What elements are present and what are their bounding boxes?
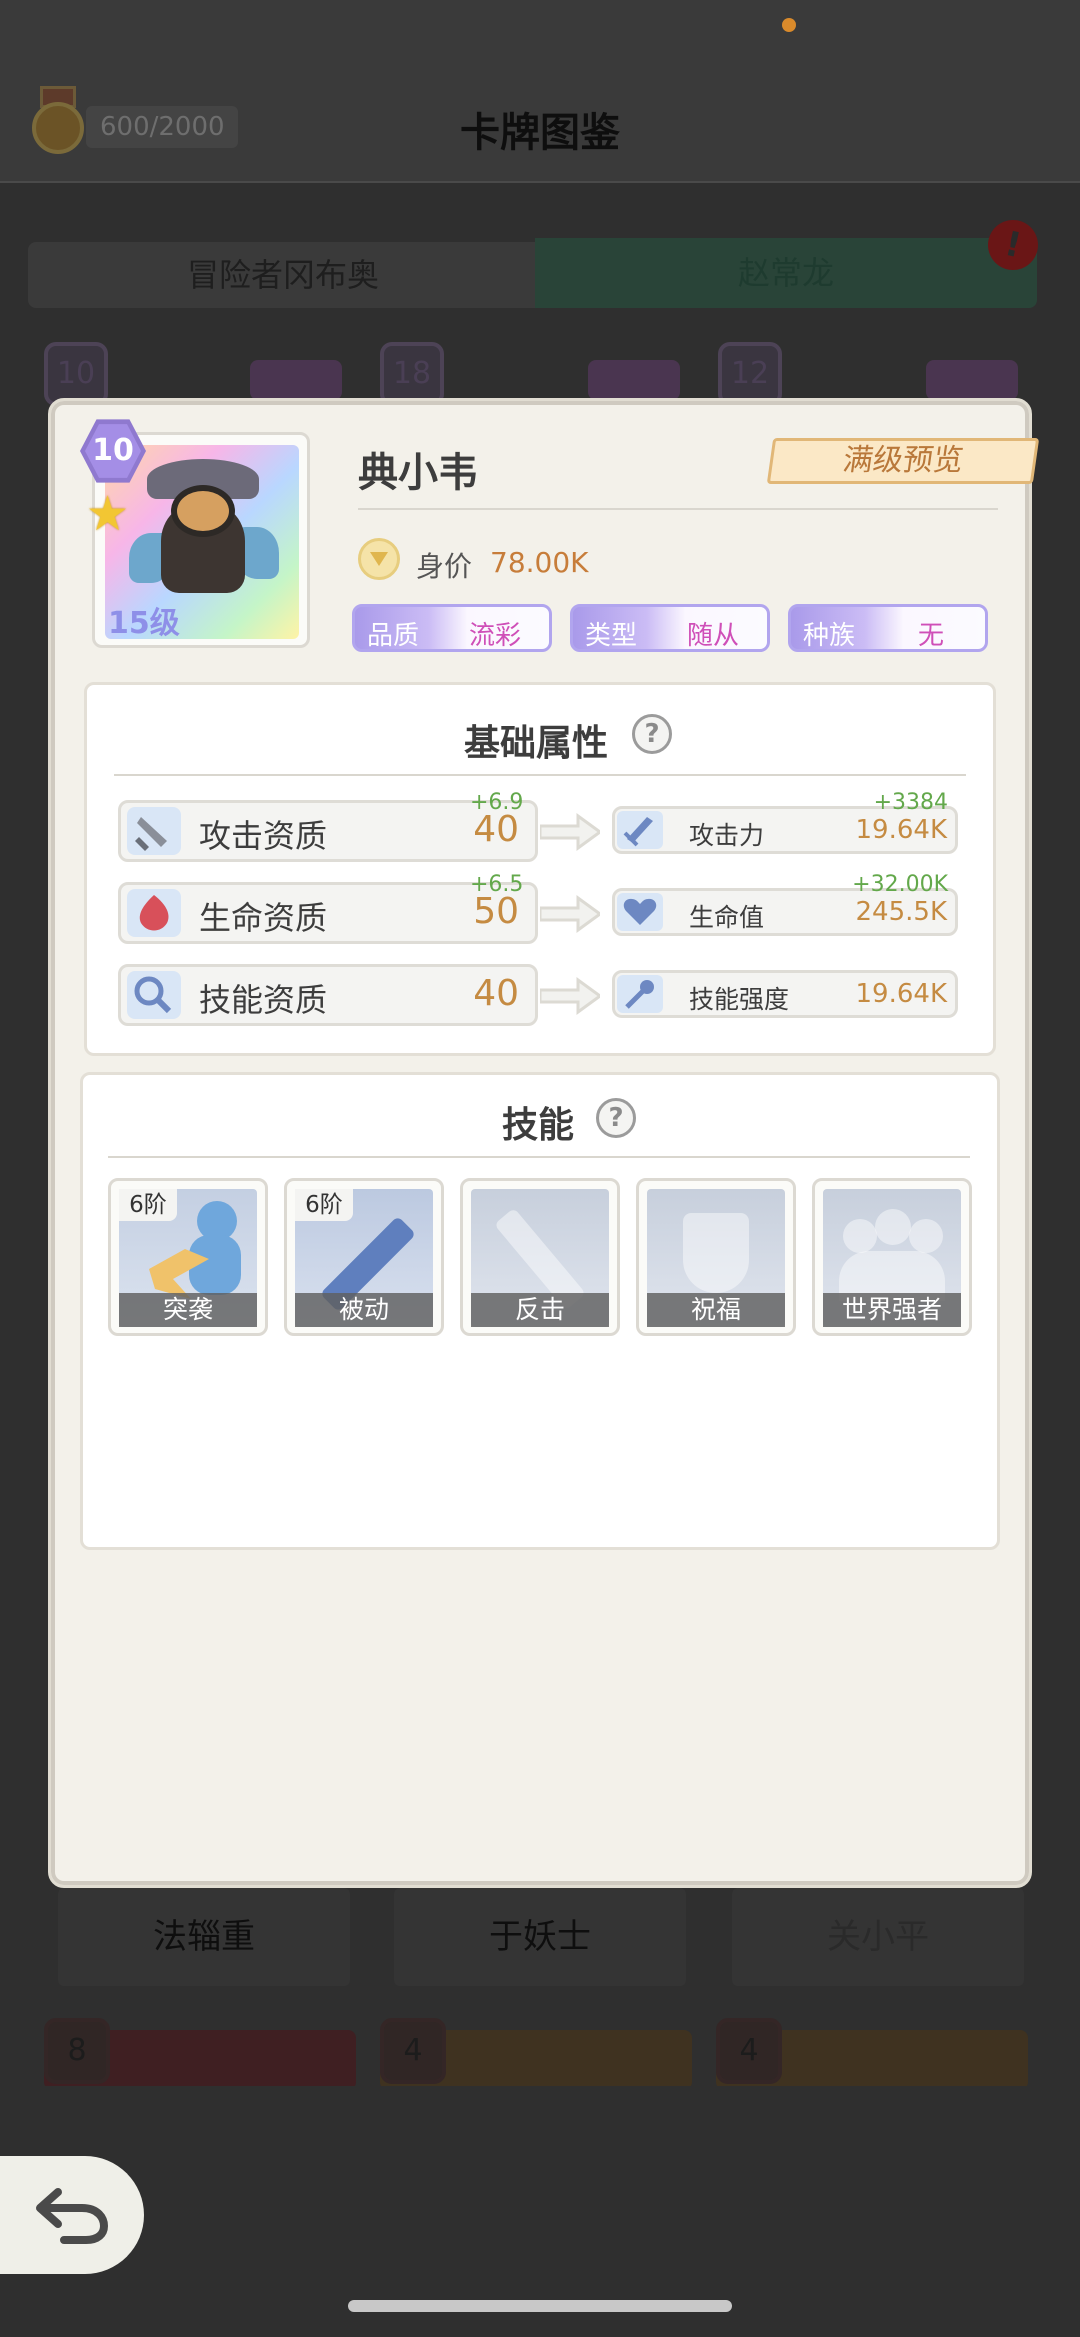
tag-race: 种族无 [788,604,988,652]
skill-world-elite[interactable]: 世界强者 [812,1178,972,1336]
page-title: 卡牌图鉴 [460,110,620,156]
tab-adventurer[interactable]: 冒险者冈布奥 [28,242,538,308]
sword-icon [617,811,663,849]
bg-card-strip [588,360,680,400]
hero-level: 15级 [108,606,180,641]
skill-blessing[interactable]: 祝福 [636,1178,796,1336]
bg-card-strip [926,360,1018,400]
bg-card-level: 4 [716,2018,782,2084]
wand-icon [617,975,663,1013]
skill-counter[interactable]: 反击 [460,1178,620,1336]
sword-icon [127,807,181,855]
skill-assault[interactable]: 6阶 突袭 [108,1178,268,1336]
divider [114,774,966,776]
bg-card-level: 8 [44,2018,110,2084]
hero-name: 典小韦 [358,450,478,496]
divider [358,508,998,510]
tag-quality: 品质 流彩 [352,604,552,652]
tab-zhao-changlong[interactable]: 赵常龙 [535,238,1037,308]
bg-card-name[interactable]: 关小平 [732,1888,1024,1986]
help-icon[interactable]: ? [632,714,672,754]
magnifier-icon [127,971,181,1019]
full-level-preview-button[interactable]: 满级预览 [766,438,1040,484]
bg-card-level: 18 [380,342,444,406]
arrow-right-icon [540,977,600,1015]
notification-dot [782,18,796,32]
star-icon: ★ [86,486,130,542]
hp-stat-bonus: +32.00K [852,872,948,897]
back-button[interactable] [0,2156,144,2274]
heart-icon [617,893,663,931]
undo-arrow-icon [36,2188,109,2244]
base-attributes-title: 基础属性 [464,723,609,764]
bg-card-name[interactable]: 法辎重 [58,1888,350,1986]
divider [108,1156,970,1158]
skill-aptitude-row: 技能资质 40 [118,964,538,1026]
tag-type: 类型 随从 [570,604,770,652]
attack-aptitude-bonus: +6.9 [470,790,524,815]
bg-card-level: 10 [44,342,108,406]
value-label: 身价 [416,550,473,583]
attack-stat-bonus: +3384 [873,790,948,815]
arrow-right-icon [540,895,600,933]
blood-drop-icon [127,889,181,937]
bg-card-name[interactable]: 于妖士 [394,1888,686,1986]
value-amount: 78.00K [490,546,589,579]
skill-passive[interactable]: 6阶 被动 [284,1178,444,1336]
arrow-right-icon [540,813,600,851]
home-indicator[interactable] [348,2300,732,2312]
skills-title: 技能 [502,1105,575,1146]
skill-power-row: 技能强度 19.64K [612,970,958,1018]
bg-card-level: 12 [718,342,782,406]
diamond-icon [358,538,400,580]
bg-card-strip [250,360,342,400]
help-icon[interactable]: ? [596,1098,636,1138]
hp-aptitude-bonus: +6.5 [470,872,524,897]
bg-card-level: 4 [380,2018,446,2084]
